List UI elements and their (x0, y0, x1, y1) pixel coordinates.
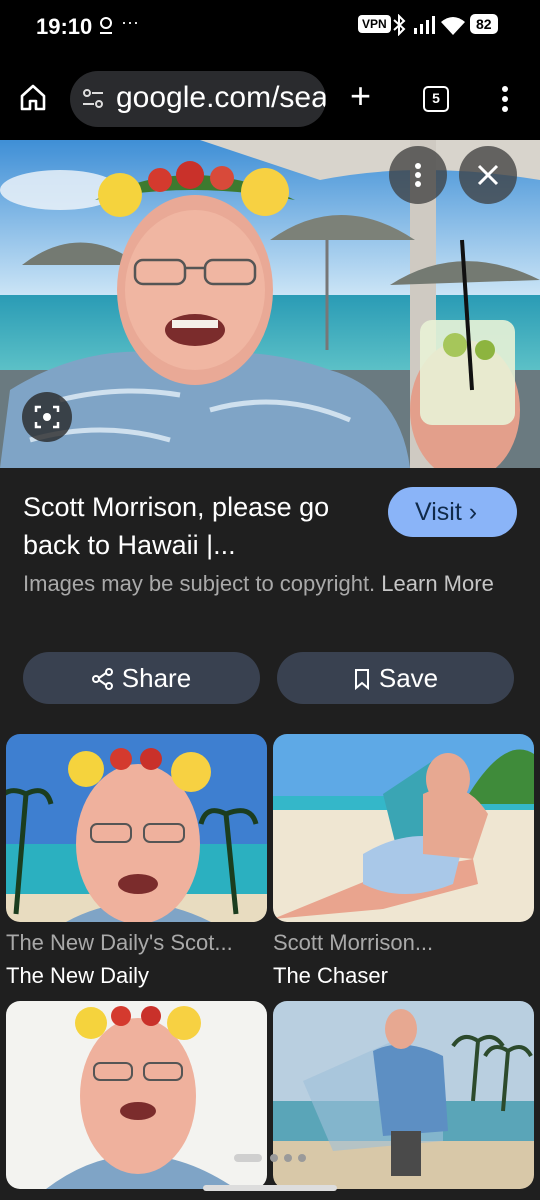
related-thumbnail[interactable] (6, 1001, 267, 1189)
related-card[interactable] (273, 1001, 534, 1200)
url-text: google.com/search (116, 81, 326, 114)
related-card[interactable]: The New Daily's Scot... The New Daily (6, 734, 267, 989)
related-title: Scott Morrison... (273, 930, 434, 955)
close-icon[interactable] (459, 146, 517, 204)
related-source: The Chaser (273, 963, 388, 988)
pager-dot (284, 1154, 292, 1162)
bookmark-icon (354, 669, 369, 691)
address-bar[interactable]: google.com/search (70, 71, 326, 127)
related-thumbnail[interactable] (273, 1001, 534, 1189)
gesture-home-bar[interactable] (203, 1185, 337, 1191)
lens-icon[interactable] (22, 392, 72, 442)
result-title[interactable]: Scott Morrison, please go back to Hawaii… (23, 488, 363, 564)
vpn-badge: VPN (358, 15, 391, 33)
copyright-notice: Images may be subject to copyright. Lear… (23, 568, 503, 599)
pager-dot (270, 1154, 278, 1162)
copyright-text: Images may be subject to copyright. (23, 571, 376, 596)
bluetooth-icon (392, 13, 406, 41)
related-title: The New Daily's Scot... (6, 930, 233, 955)
share-button[interactable]: Share (23, 652, 260, 704)
more-vert-icon[interactable] (494, 84, 516, 114)
tune-icon[interactable] (82, 88, 104, 110)
visit-button[interactable]: Visit › (388, 487, 517, 537)
wifi-icon (440, 14, 466, 41)
status-dots: ··· (121, 12, 139, 32)
share-icon (91, 668, 113, 690)
related-source: The New Daily (6, 963, 150, 988)
pager-dot-active (234, 1154, 262, 1162)
hero-image[interactable] (0, 140, 540, 468)
related-images-grid: The New Daily's Scot... The New Daily Sc… (0, 732, 540, 1200)
related-thumbnail[interactable] (6, 734, 267, 922)
image-more-button[interactable] (389, 146, 447, 204)
signal-icon (412, 14, 436, 41)
result-info-panel: Scott Morrison, please go back to Hawaii… (0, 468, 540, 732)
plus-icon[interactable]: + (350, 78, 371, 114)
learn-more-link[interactable]: Learn More (381, 571, 494, 596)
related-card[interactable]: Scott Morrison... The Chaser (273, 734, 534, 989)
notification-icon (96, 15, 116, 42)
pager-dot (298, 1154, 306, 1162)
related-card[interactable] (6, 1001, 267, 1200)
related-thumbnail[interactable] (273, 734, 534, 922)
save-label: Save (378, 663, 439, 693)
battery-indicator: 82 (470, 14, 498, 34)
home-icon[interactable] (18, 82, 52, 116)
browser-toolbar: google.com/search + 5 (0, 52, 540, 140)
tab-switcher-icon[interactable]: 5 (423, 86, 449, 112)
status-bar: 19:10 ··· VPN 82 (0, 0, 540, 52)
status-time: 19:10 (36, 14, 93, 39)
share-label: Share (121, 663, 192, 693)
save-button[interactable]: Save (277, 652, 514, 704)
